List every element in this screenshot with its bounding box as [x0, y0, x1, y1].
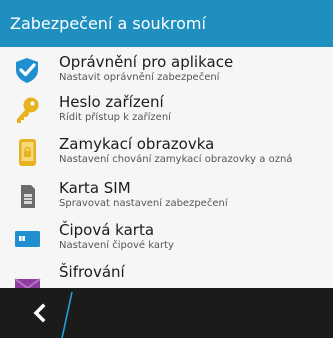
key-icon: [12, 95, 42, 125]
envelope-icon: [12, 265, 42, 288]
list-item-title: Oprávnění pro aplikace: [59, 53, 234, 71]
screen: Zabezpečení a soukromí Oprávnění pro apl…: [0, 0, 333, 338]
list-item-title: Šifrování: [59, 263, 125, 281]
list-item-subtitle: Nastavení čipové karty: [59, 240, 174, 251]
shield-check-icon: [12, 55, 42, 85]
list-item-sim-card[interactable]: Karta SIM Spravovat nastavení zabezpečen…: [0, 175, 333, 215]
list-item-subtitle: Nastavení chování zamykací obrazovky a o…: [59, 154, 293, 165]
header-bar: Zabezpečení a soukromí: [0, 0, 333, 47]
list-item-device-password[interactable]: Heslo zařízení Řídit přístup k zařízení: [0, 89, 333, 129]
lock-screen-icon: [12, 137, 42, 167]
list-item-lock-screen[interactable]: Zamykací obrazovka Nastavení chování zam…: [0, 131, 333, 171]
smart-card-icon: [12, 223, 42, 253]
settings-list: Oprávnění pro aplikace Nastavit oprávněn…: [0, 47, 333, 288]
list-item-title: Čipová karta: [59, 221, 155, 239]
sim-card-icon: [12, 181, 42, 211]
list-item-subtitle: Nastavit oprávnění zabezpečení: [59, 72, 220, 83]
bottom-action-bar: [0, 288, 333, 338]
list-item-subtitle: Řídit přístup k zařízení: [59, 112, 171, 123]
bar-divider: [61, 291, 73, 338]
list-item-title: Zamykací obrazovka: [59, 135, 215, 153]
list-item-title: Karta SIM: [59, 179, 131, 197]
list-item-title: Heslo zařízení: [59, 93, 164, 111]
list-item-smart-card[interactable]: Čipová karta Nastavení čipové karty: [0, 217, 333, 257]
list-item-subtitle: Spravovat nastavení zabezpečení: [59, 198, 228, 209]
list-item-app-permissions[interactable]: Oprávnění pro aplikace Nastavit oprávněn…: [0, 49, 333, 89]
list-item-encryption[interactable]: Šifrování: [0, 259, 333, 288]
page-title: Zabezpečení a soukromí: [10, 14, 206, 33]
